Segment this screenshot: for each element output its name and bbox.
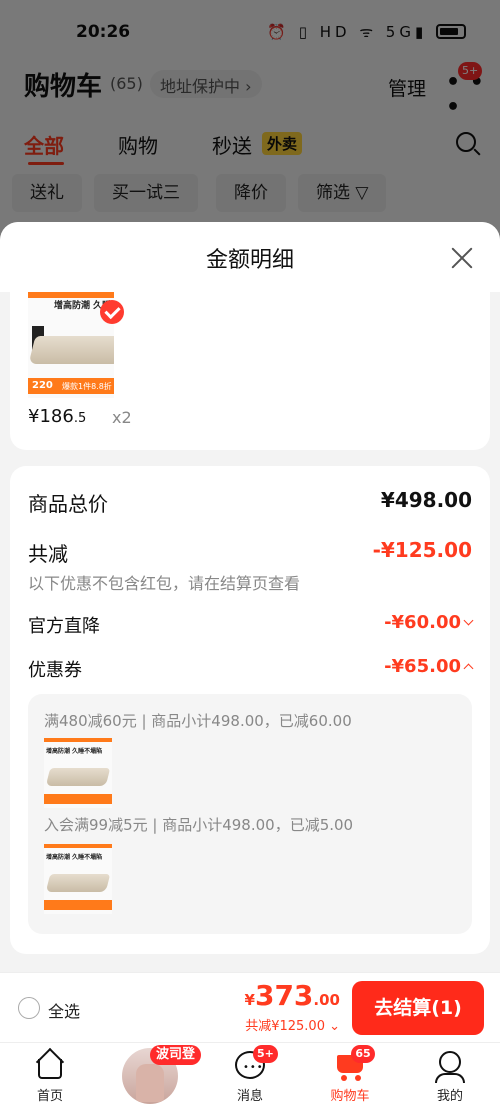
cart-page-background: 20:26 ⏰ ▯ HD ᯤ 5G▮ 购物车 (65) 地址保护中 › 管理 •…: [0, 0, 500, 240]
coupon-value: -¥65.00: [384, 656, 461, 677]
select-all-label[interactable]: 全选: [48, 998, 80, 1022]
chat-dots: •••: [243, 1062, 264, 1073]
tab-me[interactable]: 我的: [410, 1051, 490, 1104]
coupon-line: 入会满99减5元 | 商品小计498.00，已减5.00: [44, 816, 354, 834]
sheet-title: 金额明细: [205, 248, 294, 273]
tab-home-label: 首页: [36, 1089, 63, 1104]
cart-icon: 65: [335, 1045, 375, 1081]
image-promo-label: 爆款1件8.8折: [62, 382, 112, 391]
product-card: 增高防潮 久睡不 220 爆款1件8.8折 ¥186.5 x2: [10, 292, 490, 450]
profile-head: [439, 1051, 461, 1073]
messages-badge: 5+: [253, 1045, 278, 1063]
total-dec: .00: [313, 991, 340, 1009]
mini-mattress-graphic: [45, 874, 111, 892]
coupon-row[interactable]: -¥65.00: [384, 656, 474, 677]
discount-value: -¥125.00: [372, 538, 472, 562]
image-price: 220: [32, 380, 53, 391]
coupon-detail-box: 满480减60元 | 商品小计498.00，已减60.00 增高防潮 久睡不塌陷…: [28, 694, 472, 934]
coupon-product-image: 增高防潮 久睡不塌陷: [44, 738, 112, 808]
cart-badge: 65: [351, 1045, 375, 1063]
coat-graphic: [136, 1064, 164, 1102]
cart-wheel: [341, 1075, 347, 1081]
coupon-product-image: 增高防潮 久睡不塌陷: [44, 844, 112, 914]
checkout-bar: 全选 ¥373.00 共减¥125.00 ⌄ 去结算(1): [0, 972, 500, 1042]
bottom-tab-bar: 首页 ••• 5+ 消息 65 购物车 我的: [0, 1042, 500, 1111]
total-value: ¥498.00: [380, 488, 472, 512]
tab-home[interactable]: 首页: [10, 1047, 90, 1104]
tab-messages-label: 消息: [236, 1089, 263, 1104]
chevron-down-icon: [463, 615, 474, 626]
promo-brand-badge[interactable]: 波司登: [150, 1045, 202, 1065]
official-discount-label: 官方直降: [28, 616, 100, 637]
mini-banner: [44, 738, 112, 742]
mini-mattress-graphic: [45, 768, 111, 786]
profile-body: [435, 1073, 465, 1083]
mini-banner: [44, 844, 112, 848]
checkout-button[interactable]: 去结算(1): [352, 981, 484, 1035]
sheet-header: 金额明细: [0, 222, 500, 292]
mini-bottom-bar: [44, 900, 112, 910]
total-label: 商品总价: [28, 492, 108, 516]
chevron-up-icon: [463, 663, 474, 674]
tab-me-label: 我的: [436, 1089, 463, 1104]
coupon-line: 满480减60元 | 商品小计498.00，已减60.00: [44, 712, 352, 730]
total-price: ¥373.00: [245, 979, 340, 1012]
price-breakdown-card: 商品总价 ¥498.00 共减 -¥125.00 以下优惠不包含红包，请在结算页…: [10, 466, 490, 954]
discount-label: 共减: [28, 542, 68, 566]
mattress-graphic: [28, 336, 114, 364]
select-all-radio[interactable]: [18, 997, 40, 1019]
mini-bottom-bar: [44, 794, 112, 804]
total-yen: ¥: [244, 991, 255, 1009]
home-body: [38, 1059, 62, 1079]
product-price-dec: .5: [73, 411, 87, 426]
tab-cart[interactable]: 65 购物车: [310, 1045, 390, 1104]
mini-headline: 增高防潮 久睡不塌陷: [46, 854, 103, 861]
saved-amount-toggle[interactable]: 共减¥125.00 ⌄: [245, 1015, 340, 1034]
official-discount-value: -¥60.00: [384, 612, 461, 633]
mini-headline: 增高防潮 久睡不塌陷: [46, 748, 103, 755]
total-int: 373: [254, 979, 314, 1012]
home-icon: [35, 1047, 65, 1081]
coupon-label: 优惠券: [28, 660, 82, 681]
product-price: ¥186.5: [28, 406, 86, 427]
selected-check-icon[interactable]: [100, 300, 124, 324]
message-icon: ••• 5+: [235, 1045, 278, 1081]
profile-icon: [435, 1051, 465, 1083]
dim-overlay[interactable]: [0, 0, 500, 240]
cart-wheel: [355, 1075, 361, 1081]
product-price-int: ¥186: [28, 406, 74, 427]
tab-messages[interactable]: ••• 5+ 消息: [210, 1045, 290, 1104]
close-icon[interactable]: [450, 246, 474, 270]
product-quantity: x2: [112, 408, 132, 427]
discount-note: 以下优惠不包含红包，请在结算页查看: [28, 574, 301, 593]
official-discount-row[interactable]: -¥60.00: [384, 612, 474, 633]
tab-cart-label: 购物车: [330, 1089, 370, 1104]
